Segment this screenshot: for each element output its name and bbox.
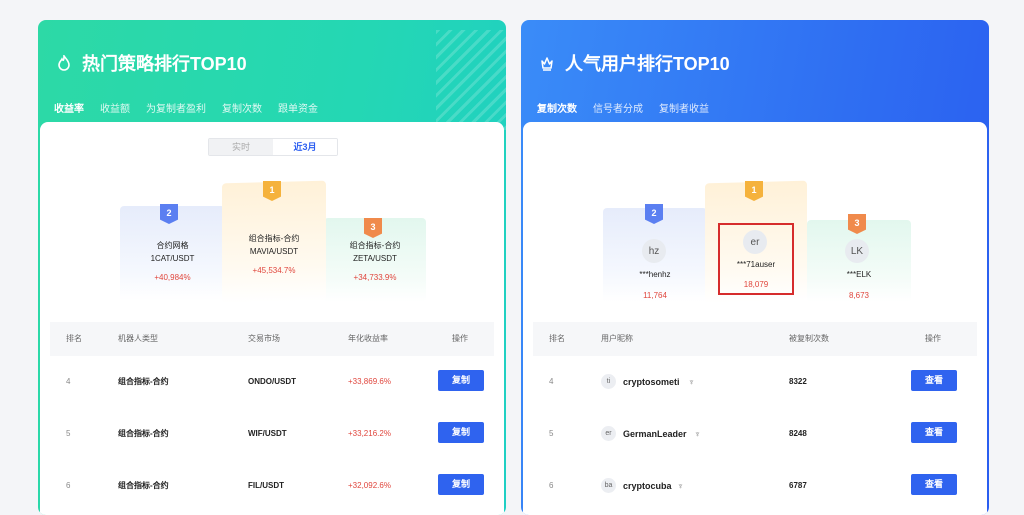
podium-3-pct: +34,733.9% [353,273,397,282]
table-row: 5 er GermanLeader ♆ 8248 查看 [533,408,977,460]
podium-2-count: 11,764 [643,291,667,300]
row-rate: +32,092.6% [348,481,391,490]
podium-2-pct: +40,984% [154,273,191,282]
row-market: FIL/USDT [248,481,284,490]
tab-signal-share[interactable]: 信号者分成 [593,100,643,124]
podium-2-username[interactable]: ***henhz [603,270,707,279]
podium-2-name: 合约网格 [156,241,189,250]
podium-3-info: 组合指标-合约 ZETA/USDT +34,733.9% [324,239,426,284]
col-copied-times: 被复制次数 [789,334,829,343]
row-robot-type: 组合指标-合约 [118,377,169,386]
row-robot-type: 组合指标-合约 [118,429,169,438]
row-rate: +33,216.2% [348,429,391,438]
col-market: 交易市场 [248,334,280,343]
podium-1-name: 组合指标-合约 [248,234,300,243]
row-robot-type: 组合指标-合约 [118,481,169,490]
decorative-pattern [436,30,506,130]
row-username[interactable]: cryptocuba [623,460,672,512]
user-tabs: 复制次数 信号者分成 复制者收益 [537,100,709,124]
user-panel-title: 人气用户排行TOP10 [539,50,730,76]
podium-1-info: 组合指标-合约 MAVIA/USDT +45,534.7% [222,232,326,277]
table-row: 4 ti cryptosometi ♆ 8322 查看 [533,356,977,408]
strategy-tabs: 收益率 收益额 为复制者盈利 复制次数 跟单资金 [54,100,318,124]
col-robot-type: 机器人类型 [118,334,158,343]
col-rank: 排名 [549,334,565,343]
strategy-title-text: 热门策略排行TOP10 [82,54,247,74]
toggle-3-months[interactable]: 近3月 [273,139,337,155]
view-button[interactable]: 查看 [911,370,957,391]
row-count: 6787 [789,481,807,490]
col-rank: 排名 [66,334,82,343]
copy-button[interactable]: 复制 [438,370,484,391]
podium-3-name: 组合指标-合约 [349,241,401,250]
vip-icon: ♆ [688,377,695,387]
row-username[interactable]: cryptosometi [623,356,680,408]
row-username[interactable]: GermanLeader [623,408,687,460]
tab-copy-count[interactable]: 复制次数 [222,100,262,124]
col-action: 操作 [452,334,468,343]
user-title-text: 人气用户排行TOP10 [565,54,730,74]
row-count: 8248 [789,429,807,438]
row-rank: 4 [66,377,71,386]
time-range-toggle: 实时 近3月 [208,138,338,156]
podium-3-pair: ZETA/USDT [353,254,397,263]
podium-3-count: 8,673 [848,291,870,300]
tab-copier-profit[interactable]: 为复制者盈利 [146,100,206,124]
table-row: 4 组合指标-合约 ONDO/USDT +33,869.6% 复制 [50,356,494,408]
row-rank: 6 [549,481,554,490]
vip-icon: ♆ [677,481,684,491]
tab-copier-earnings[interactable]: 复制者收益 [659,100,709,124]
view-button[interactable]: 查看 [911,422,957,443]
col-nickname: 用户昵称 [601,334,633,343]
tab-follow-funds[interactable]: 跟单资金 [278,100,318,124]
toggle-realtime[interactable]: 实时 [209,139,273,155]
row-rank: 4 [549,377,554,386]
tab-copy-times[interactable]: 复制次数 [537,100,577,124]
col-annual-rate: 年化收益率 [348,334,388,343]
row-count: 8322 [789,377,807,386]
strategy-panel-title: 热门策略排行TOP10 [56,50,247,76]
row-market: WIF/USDT [248,429,287,438]
tab-yield-amount[interactable]: 收益额 [100,100,130,124]
col-action: 操作 [925,334,941,343]
podium-2-avatar[interactable]: hz [642,239,666,263]
row-rank: 6 [66,481,71,490]
vip-icon: ♆ [694,429,701,439]
row-rate: +33,869.6% [348,377,391,386]
strategy-card: 实时 近3月 1 2 3 组合指标-合约 MAVIA/USDT +45,534.… [40,122,504,515]
podium-1-pair: MAVIA/USDT [249,247,299,256]
view-button[interactable]: 查看 [911,474,957,495]
podium-3-username[interactable]: ***ELK [807,270,911,279]
row-avatar: ti [601,374,616,389]
podium-1-pct: +45,534.7% [252,266,296,275]
row-rank: 5 [66,429,71,438]
podium-3-avatar[interactable]: LK [845,239,869,263]
user-table-header: 排名 用户昵称 被复制次数 操作 [533,322,977,356]
table-row: 6 组合指标-合约 FIL/USDT +32,092.6% 复制 [50,460,494,512]
podium-2-pair: 1CAT/USDT [150,254,195,263]
copy-button[interactable]: 复制 [438,474,484,495]
row-market: ONDO/USDT [248,377,296,386]
crown-icon [539,55,555,71]
user-ranking-panel: 人气用户排行TOP10 复制次数 信号者分成 复制者收益 1 2 3 er hz… [521,20,989,515]
tab-yield-rate[interactable]: 收益率 [54,100,84,124]
flame-icon [56,55,72,71]
strategy-table-header: 排名 机器人类型 交易市场 年化收益率 操作 [50,322,494,356]
table-row: 5 组合指标-合约 WIF/USDT +33,216.2% 复制 [50,408,494,460]
highlight-box [718,223,794,295]
row-rank: 5 [549,429,554,438]
copy-button[interactable]: 复制 [438,422,484,443]
user-card: 1 2 3 er hz LK ***71auser ***henhz ***EL… [523,122,987,515]
table-row: 6 ba cryptocuba ♆ 6787 查看 [533,460,977,512]
row-avatar: ba [601,478,616,493]
row-avatar: er [601,426,616,441]
strategy-ranking-panel: 热门策略排行TOP10 收益率 收益额 为复制者盈利 复制次数 跟单资金 实时 … [38,20,506,515]
podium-2-info: 合约网格 1CAT/USDT +40,984% [120,239,225,284]
